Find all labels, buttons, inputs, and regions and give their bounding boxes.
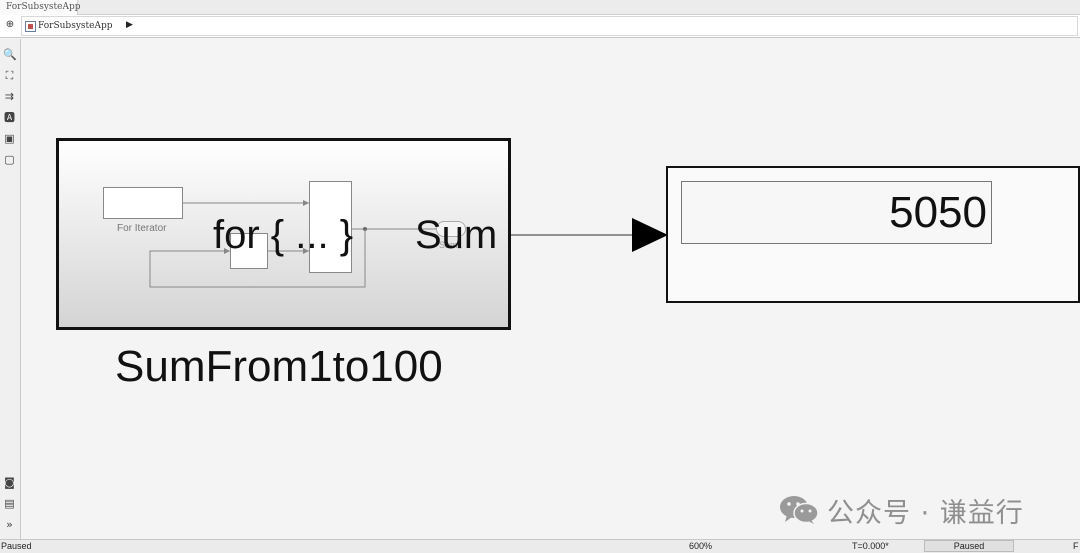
signal-routing-icon[interactable]: ⇉ (3, 90, 16, 103)
display-value-field: 5050 (681, 181, 992, 244)
signal-arrowhead-icon (632, 218, 668, 252)
for-iterator-label: For Iterator (117, 223, 167, 234)
tab-model[interactable]: ForSubsysteApp (0, 0, 80, 15)
wechat-icon (780, 496, 819, 524)
for-iterator-block (103, 187, 183, 219)
model-canvas[interactable]: For Iterator Sum for { ... } Sum SumFrom… (22, 39, 1080, 539)
simulation-time: T=0.000* (852, 541, 889, 551)
status-solver[interactable]: F (1073, 541, 1079, 551)
model-browser-icon[interactable]: ▤ (3, 497, 16, 510)
fit-view-icon[interactable]: ⛶ (3, 69, 16, 82)
explorer-bar: ⊕ ForSubsysteApp ▶ (0, 15, 1080, 38)
expand-icon[interactable]: » (3, 518, 16, 531)
tab-strip: ForSubsysteApp (0, 0, 1080, 15)
simulation-state-badge: Paused (924, 540, 1014, 552)
image-icon[interactable]: ▣ (3, 132, 16, 145)
subsystem-name-label[interactable]: SumFrom1to100 (115, 342, 443, 392)
breadcrumb-model[interactable]: ForSubsysteApp (38, 21, 112, 31)
area-icon[interactable]: ▢ (3, 153, 16, 166)
subsystem-icon-text: for { ... } (213, 213, 354, 257)
screenshot-icon[interactable]: ◙ (3, 476, 16, 489)
status-text: Paused (1, 541, 32, 551)
subsystem-icon-preview: For Iterator Sum for { ... } Sum (59, 141, 508, 327)
model-icon (25, 21, 36, 32)
zoom-icon[interactable]: 🔍 (3, 48, 17, 61)
breadcrumb-chevron-icon[interactable]: ▶ (126, 20, 133, 30)
breadcrumb: ForSubsysteApp ▶ (21, 16, 1078, 36)
display-value: 5050 (889, 188, 987, 237)
palette-toolbar: 🔍 ⛶ ⇉ 🅰 ▣ ▢ ◙ ▤ » (0, 39, 21, 539)
watermark-text: 公众号 · 谦益行 (827, 497, 1024, 529)
display-block[interactable]: 5050 (666, 166, 1080, 303)
status-bar: Paused 600% T=0.000* Paused F (0, 539, 1080, 553)
annotation-icon[interactable]: 🅰 (3, 111, 16, 124)
zoom-level[interactable]: 600% (689, 541, 712, 551)
navigate-back-icon[interactable]: ⊕ (4, 19, 16, 31)
subsystem-port-label: Sum (415, 213, 498, 257)
for-iterator-subsystem-block[interactable]: For Iterator Sum for { ... } Sum (56, 138, 511, 330)
watermark: 公众号 · 谦益行 (779, 492, 1024, 529)
